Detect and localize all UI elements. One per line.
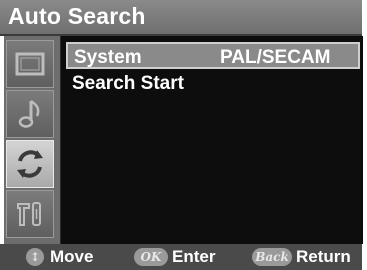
tools-icon — [17, 202, 41, 226]
menu-item-search-start[interactable]: Search Start — [66, 70, 360, 97]
menu-item-label: System — [74, 47, 142, 68]
sidebar-item-sound[interactable] — [6, 90, 54, 138]
tv-menu-screen: Auto Search System PAL/SECAM Search Star… — [0, 0, 367, 270]
footer-enter: OK Enter — [134, 247, 234, 267]
footer-return: Back Return — [252, 247, 362, 267]
footer-help-bar: ↕ Move OK Enter Back Return — [0, 244, 362, 270]
sidebar-item-picture[interactable] — [6, 40, 54, 88]
footer-move-label: Move — [50, 247, 94, 266]
updown-arrow-icon: ↕ — [26, 248, 44, 266]
footer-move: ↕ Move — [26, 247, 116, 267]
picture-icon — [15, 52, 45, 76]
menu-item-system[interactable]: System PAL/SECAM — [66, 42, 360, 69]
refresh-icon — [17, 150, 43, 178]
menu-item-value: PAL/SECAM — [220, 47, 331, 68]
sidebar-item-channel[interactable] — [6, 140, 54, 188]
sidebar — [4, 36, 60, 244]
back-button-icon: Back — [252, 248, 292, 266]
title-bar: Auto Search — [0, 0, 362, 36]
menu-item-label: Search Start — [72, 73, 184, 94]
menu-panel: System PAL/SECAM Search Start — [60, 36, 363, 244]
ok-button-icon: OK — [134, 248, 168, 266]
music-note-icon — [18, 99, 40, 128]
footer-return-label: Return — [296, 247, 351, 266]
sidebar-item-setup[interactable] — [6, 190, 54, 238]
footer-enter-label: Enter — [172, 247, 216, 266]
page-title: Auto Search — [8, 3, 146, 29]
